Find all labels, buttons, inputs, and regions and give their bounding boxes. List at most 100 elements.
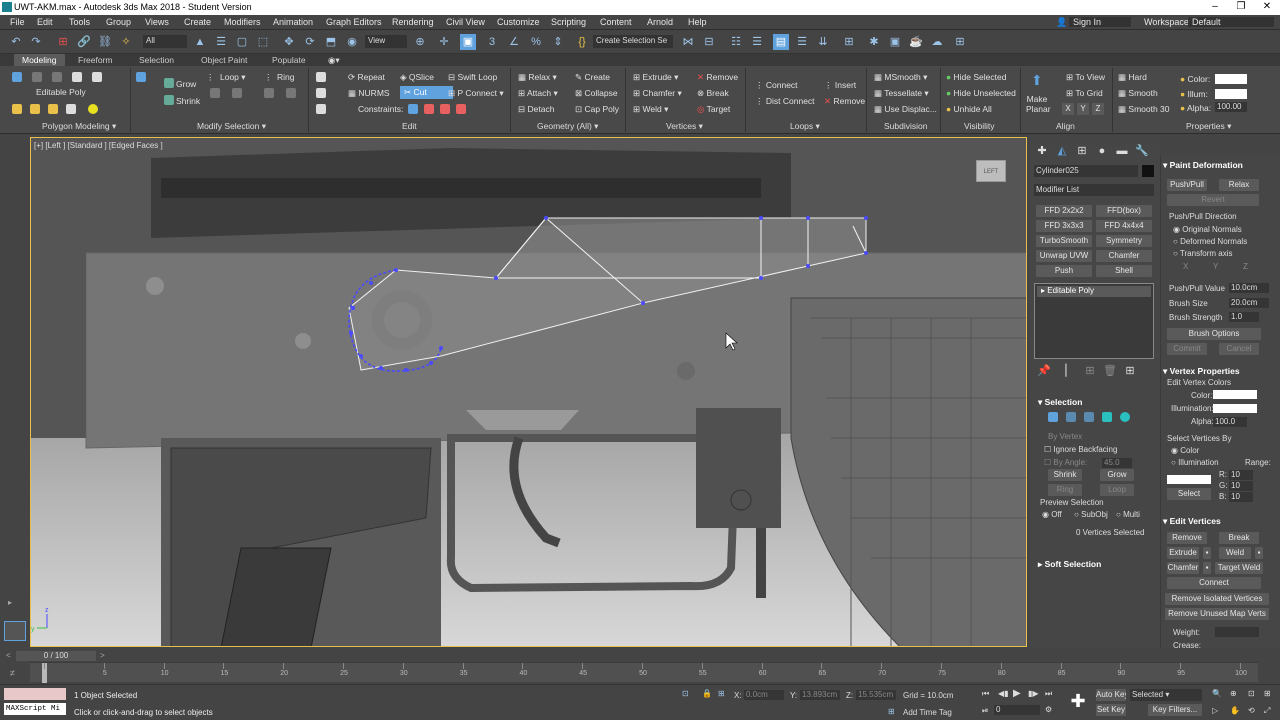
menu-arnold[interactable]: Arnold: [647, 17, 673, 27]
selection-lock-icon[interactable]: 🔒: [702, 689, 712, 698]
modify-mode-icon[interactable]: [12, 104, 22, 114]
range-r-input[interactable]: 10: [1229, 470, 1253, 480]
redo-icon[interactable]: ↷: [28, 34, 44, 50]
menu-tools[interactable]: Tools: [69, 17, 90, 27]
current-frame-input[interactable]: 0: [994, 705, 1040, 715]
weld-settings-icon[interactable]: ▪: [1255, 547, 1263, 559]
tab-object-paint[interactable]: Object Paint: [193, 54, 255, 66]
weight-input[interactable]: [1215, 627, 1259, 637]
show-end-result-stack-icon[interactable]: ⎮: [1058, 363, 1074, 379]
tab-populate[interactable]: Populate: [264, 54, 314, 66]
edge-mode-icon[interactable]: [32, 72, 42, 82]
nurms-button[interactable]: ▦ NURMS: [348, 88, 390, 99]
remove-vertex-button[interactable]: Remove: [1167, 532, 1207, 544]
scene-explorer-icon[interactable]: ☷: [728, 34, 744, 50]
edit-vertices-rollout[interactable]: ▾ Edit Vertices: [1163, 516, 1221, 527]
pan-icon[interactable]: ✋: [1230, 706, 1240, 715]
mod-turbosmooth-button[interactable]: TurboSmooth: [1036, 235, 1092, 247]
attach-button[interactable]: ⊞ Attach ▾: [518, 88, 558, 99]
dist-connect-button[interactable]: ⋮ Dist Connect: [755, 96, 815, 107]
zoom-all-icon[interactable]: ⊕: [1230, 689, 1237, 698]
loop-button[interactable]: Loop ▾: [220, 72, 246, 83]
edit-icon-b[interactable]: [316, 88, 326, 98]
material-editor-icon[interactable]: ⊞: [841, 34, 857, 50]
edit-icon-a[interactable]: [316, 72, 326, 82]
ring-button[interactable]: Ring: [277, 72, 294, 82]
time-slider[interactable]: 0 / 100: [16, 651, 96, 661]
use-displacement-button[interactable]: ▦ Use Displac...: [874, 104, 937, 115]
repeat-button[interactable]: ⟳ Repeat: [348, 72, 385, 83]
workspace-dropdown[interactable]: Default: [1188, 17, 1274, 27]
preview-multi-radio[interactable]: ○ Multi: [1116, 510, 1140, 519]
sign-in-button[interactable]: Sign In: [1069, 17, 1131, 27]
auto-key-button[interactable]: Auto Key: [1096, 689, 1126, 701]
menu-content[interactable]: Content: [600, 17, 632, 27]
viewport-label-menu[interactable]: [+] [Left ] [Standard ] [Edged Faces ]: [34, 141, 163, 150]
target-button[interactable]: ◎ Target: [697, 104, 730, 115]
timeline-prev-icon[interactable]: <: [6, 651, 11, 660]
selection-filter-dropdown[interactable]: All: [143, 35, 187, 48]
chamfer-button[interactable]: ⊞ Chamfer ▾: [633, 88, 682, 99]
geometry-panel[interactable]: Geometry (All) ▾: [537, 121, 598, 132]
brush-size-input[interactable]: 20.0cm: [1229, 298, 1269, 308]
align-x-button[interactable]: X: [1062, 103, 1074, 115]
maximize-viewport-icon[interactable]: ⤢: [1264, 706, 1270, 716]
edit-panel[interactable]: Edit: [402, 121, 417, 131]
illum-color-swatch[interactable]: [1215, 89, 1247, 99]
remove-unused-map-button[interactable]: Remove Unused Map Verts: [1165, 608, 1269, 620]
menu-graph-editors[interactable]: Graph Editors: [326, 17, 382, 27]
menu-civil-view[interactable]: Civil View: [446, 17, 485, 27]
bind-space-warp-icon[interactable]: ✧: [118, 34, 134, 50]
remove-modifier-icon[interactable]: 🗑: [1102, 363, 1118, 379]
tessellate-button[interactable]: ▦ Tessellate ▾: [874, 88, 929, 99]
select-by-illumination-radio[interactable]: ○ Illumination: [1171, 458, 1219, 467]
collapse-button[interactable]: ⊠ Collapse: [575, 88, 618, 99]
mod-chamfer-button[interactable]: Chamfer: [1096, 250, 1152, 262]
render-icon[interactable]: ☕: [908, 34, 924, 50]
smooth-30-button[interactable]: ▦ Smooth 30: [1118, 104, 1170, 115]
maxscript-listener-pink[interactable]: [4, 688, 66, 700]
create-tab-icon[interactable]: ✚: [1034, 143, 1050, 159]
polygon-mode-icon[interactable]: [72, 72, 82, 82]
scale-icon[interactable]: ⬒: [323, 34, 339, 50]
link-icon[interactable]: 🔗: [76, 34, 92, 50]
menu-rendering[interactable]: Rendering: [392, 17, 434, 27]
goto-end-icon[interactable]: ⏭: [1045, 689, 1052, 699]
stack-down-icon[interactable]: [66, 104, 76, 114]
menu-modifiers[interactable]: Modifiers: [224, 17, 261, 27]
constraint-none-icon[interactable]: [408, 104, 418, 114]
mod-ffd3x3x3-button[interactable]: FFD 3x3x3: [1036, 220, 1092, 232]
remove-isolated-button[interactable]: Remove Isolated Vertices: [1165, 593, 1269, 605]
select-by-color-radio[interactable]: ◉ Color: [1171, 446, 1199, 455]
insert-button[interactable]: ⋮ Insert: [824, 80, 856, 91]
extrude-button[interactable]: ⊞ Extrude ▾: [633, 72, 678, 83]
prev-frame-icon[interactable]: ◀▮: [998, 689, 1009, 698]
relax-button[interactable]: ▦ Relax ▾: [518, 72, 557, 83]
visibility-panel[interactable]: Visibility: [964, 121, 995, 131]
vertices-panel[interactable]: Vertices ▾: [666, 121, 703, 132]
chamfer-vertex-button[interactable]: Chamfer: [1167, 562, 1199, 574]
element-mode-icon[interactable]: [92, 72, 102, 82]
named-selection-dropdown[interactable]: Create Selection Se: [593, 35, 673, 48]
mod-push-button[interactable]: Push: [1036, 265, 1092, 277]
loop-shift-icon[interactable]: [210, 88, 220, 98]
close-icon[interactable]: ✕: [1254, 0, 1280, 15]
ignore-backfacing-checkbox[interactable]: ☐ Ignore Backfacing: [1044, 445, 1117, 454]
sel-polygon-icon[interactable]: [1102, 412, 1112, 422]
sel-element-icon[interactable]: [1120, 412, 1130, 422]
stack-item-editable-poly[interactable]: ▸ Editable Poly: [1037, 286, 1151, 297]
msmooth-button[interactable]: ▦ MSmooth ▾: [874, 72, 927, 83]
track-bar[interactable]: 0 5 10 15 20 25 30 35 40 45 50 55 60 65 70 75 80 85 90 95 10…: [30, 662, 1258, 683]
key-filters-button[interactable]: Key Filters...: [1148, 704, 1202, 716]
object-name-field[interactable]: Cylinder025: [1034, 165, 1138, 177]
grow-button[interactable]: Grow: [176, 79, 196, 89]
mod-shell-button[interactable]: Shell: [1096, 265, 1152, 277]
display-tab-icon[interactable]: ▬: [1114, 143, 1130, 159]
time-config-icon[interactable]: ⚙: [1045, 705, 1052, 714]
modifier-list-dropdown[interactable]: Modifier List: [1034, 184, 1154, 196]
mod-ffd2x2x2-button[interactable]: FFD 2x2x2: [1036, 205, 1092, 217]
fov-icon[interactable]: ▷: [1212, 706, 1218, 715]
align-z-button[interactable]: Z: [1092, 103, 1104, 115]
constraint-face-icon[interactable]: [440, 104, 450, 114]
preview-off-radio[interactable]: ◉ Off: [1042, 510, 1062, 519]
